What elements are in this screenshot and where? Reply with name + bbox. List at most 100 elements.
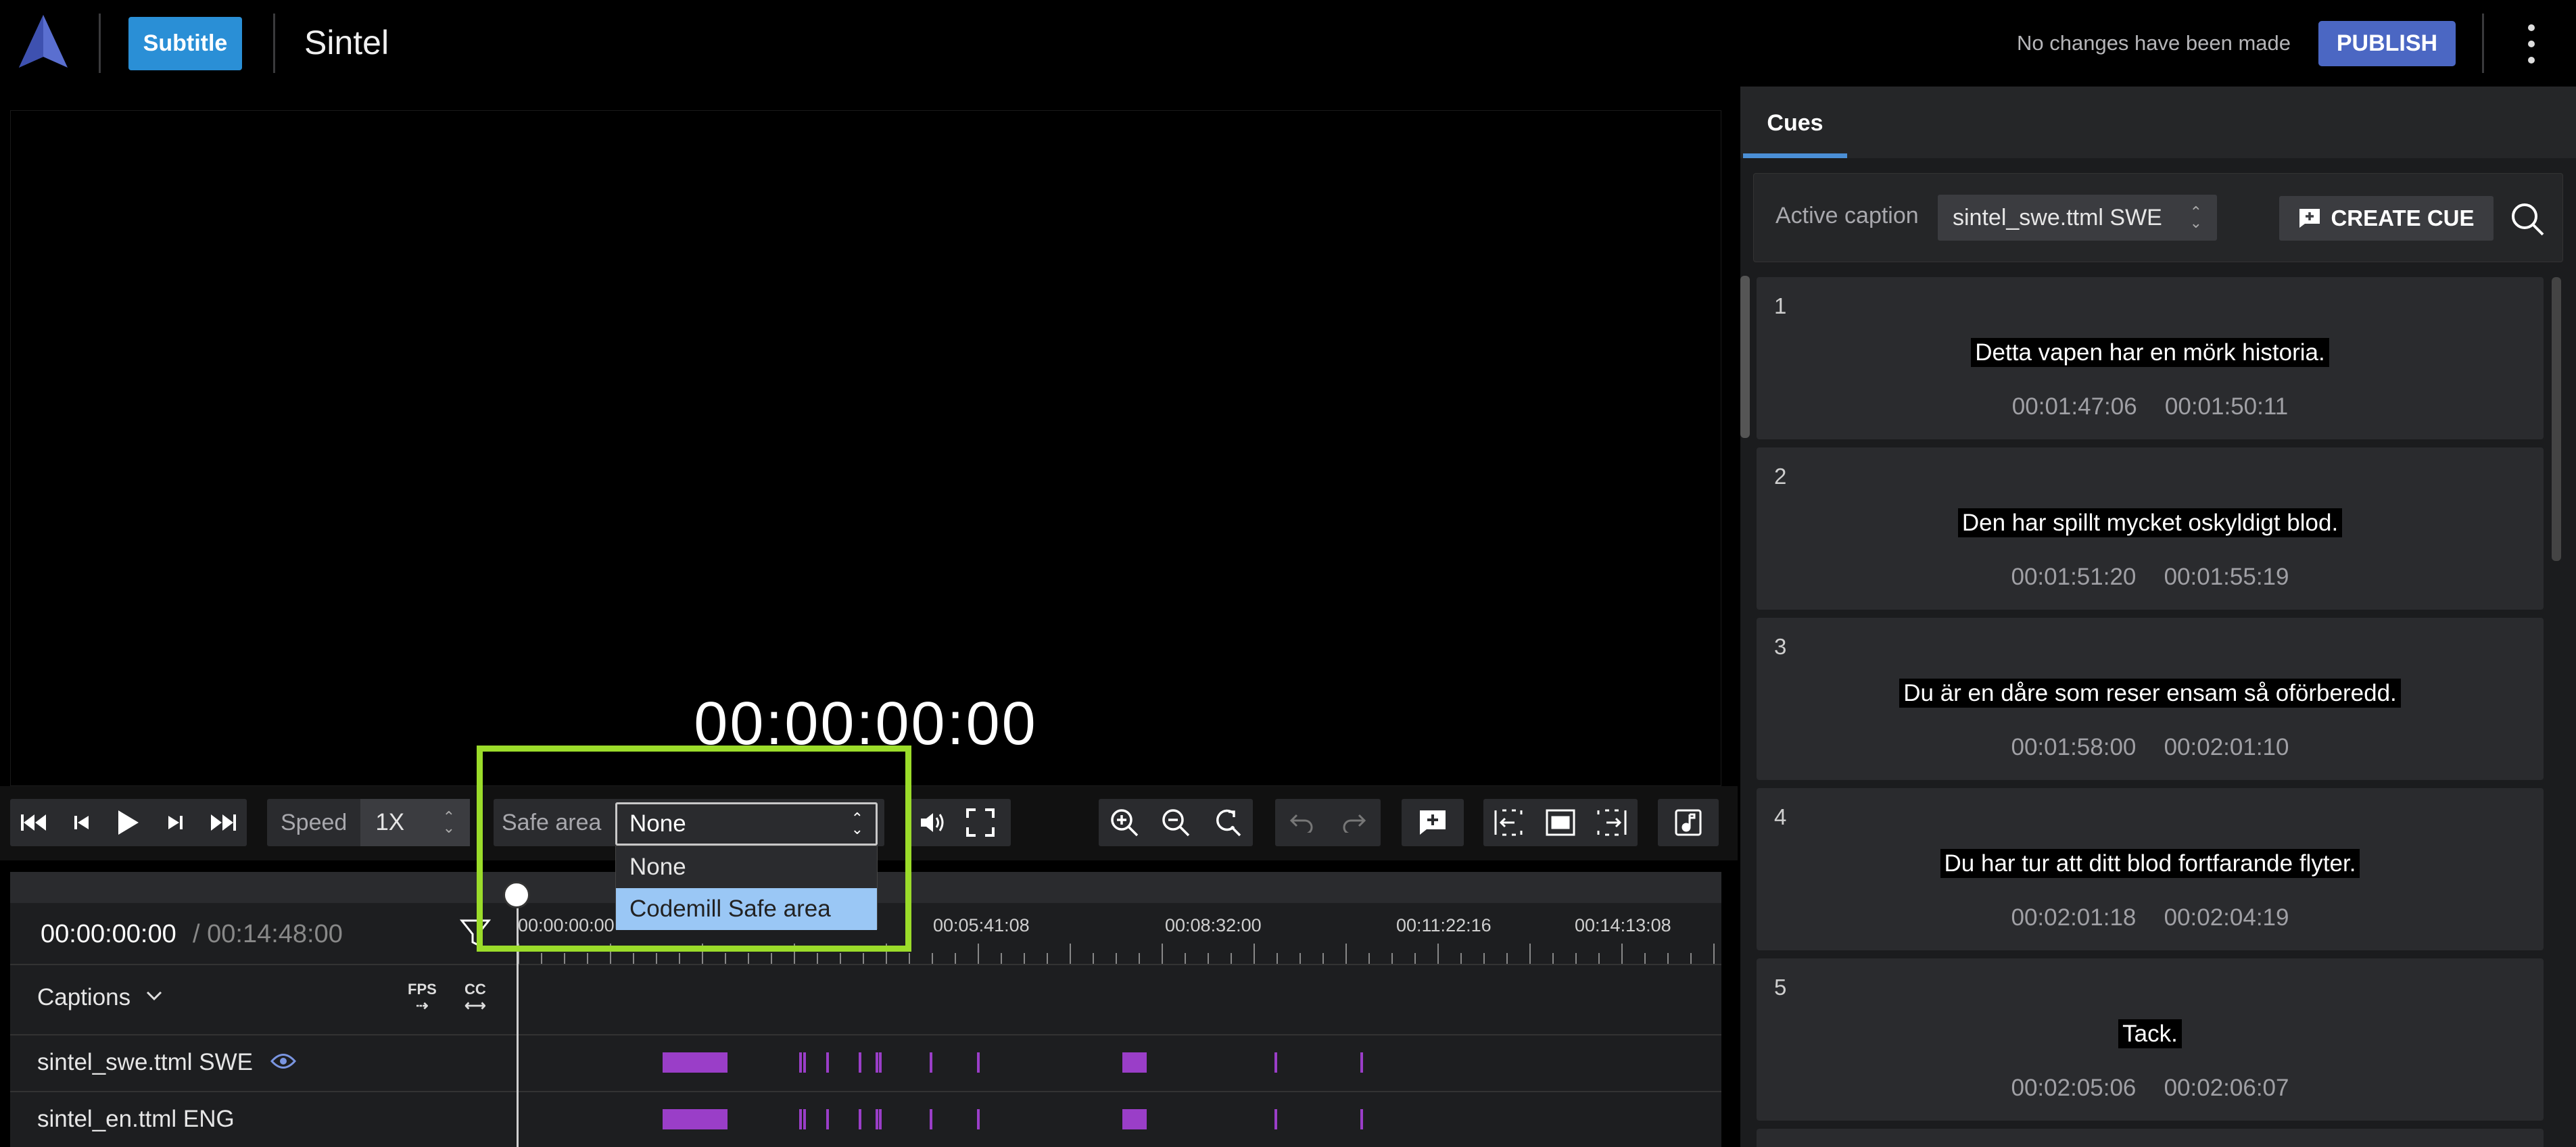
caption-segment[interactable] (977, 1052, 980, 1073)
scrollbar[interactable] (2552, 277, 2561, 561)
caption-segment[interactable] (826, 1109, 829, 1129)
ruler-tick (1644, 953, 1646, 964)
caption-segment[interactable] (859, 1109, 861, 1129)
ruler-tick (1529, 944, 1531, 964)
header-divider (99, 14, 101, 73)
video-player[interactable] (10, 110, 1721, 786)
cue-times: 00:01:47:06 00:01:50:11 (2011, 393, 2289, 420)
align-start-icon[interactable] (1483, 799, 1535, 846)
scrollbar[interactable] (1740, 276, 1750, 438)
track-name: sintel_en.ttml ENG (37, 1106, 235, 1132)
cue-card[interactable]: 5 Tack. 00:02:05:06 00:02:06:07 (1757, 958, 2544, 1121)
caption-segment[interactable] (1274, 1109, 1277, 1129)
zoom-in-icon[interactable] (1099, 799, 1150, 846)
captions-group-label: Captions (37, 984, 131, 1010)
cue-card[interactable] (1757, 1129, 2544, 1147)
caption-segment[interactable] (859, 1052, 861, 1073)
caption-segment[interactable] (1144, 1052, 1147, 1073)
next-frame-icon[interactable] (152, 799, 199, 846)
fullscreen-icon[interactable] (957, 799, 1004, 846)
create-cue-button[interactable]: CREATE CUE (2279, 196, 2494, 241)
caption-segment[interactable] (879, 1109, 882, 1129)
project-title: Sintel (304, 24, 389, 62)
cue-number: 1 (1774, 293, 1787, 318)
fps-convert-icon[interactable]: FPS ⇢ (408, 981, 437, 1014)
audio-fullscreen-controls (909, 799, 1011, 846)
cue-number: 4 (1774, 804, 1787, 829)
header-divider (273, 14, 275, 73)
align-center-icon[interactable] (1535, 799, 1586, 846)
align-end-icon[interactable] (1586, 799, 1638, 846)
arrow-both-icon: ⟷ (464, 997, 486, 1014)
ruler-tick (1093, 953, 1094, 964)
ruler-tick (1024, 953, 1025, 964)
caption-segment[interactable] (1274, 1052, 1277, 1073)
panel-tabs (1740, 87, 2576, 158)
caption-segment[interactable] (1360, 1109, 1363, 1129)
redo-icon[interactable] (1328, 799, 1381, 846)
ruler-tick (1575, 953, 1577, 964)
caption-segment[interactable] (1144, 1109, 1147, 1129)
app-logo-icon[interactable] (19, 15, 68, 68)
ruler-tick (1299, 953, 1301, 964)
previous-frame-icon[interactable] (57, 799, 105, 846)
ruler-tick (748, 953, 749, 964)
add-cue-icon[interactable] (1409, 799, 1456, 846)
total-time: / 00:14:48:00 (193, 920, 343, 948)
ruler-tick (1070, 944, 1071, 964)
chevron-down-icon[interactable] (145, 990, 163, 1002)
cc-sync-icon[interactable]: CC ⟷ (464, 981, 486, 1014)
cue-card[interactable]: 3 Du är en dåre som reser ensam så oförb… (1757, 618, 2544, 780)
ruler-tick (1713, 944, 1715, 964)
search-icon[interactable] (2508, 199, 2547, 239)
caption-segment[interactable] (876, 1109, 878, 1129)
caption-segment[interactable] (977, 1109, 980, 1129)
cue-card[interactable]: 4 Du har tur att ditt blod fortfarande f… (1757, 788, 2544, 950)
ruler-tick (1185, 953, 1186, 964)
tab-cues[interactable]: Cues (1743, 93, 1847, 158)
caption-segment[interactable] (799, 1052, 802, 1073)
caption-segment[interactable] (876, 1052, 878, 1073)
speed-value: 1X (375, 809, 405, 835)
cue-card[interactable]: 1 Detta vapen har en mörk historia. 00:0… (1757, 277, 2544, 439)
ruler-label: 00:05:41:08 (933, 915, 1030, 935)
ruler-tick (1001, 953, 1002, 964)
more-menu-icon[interactable] (2522, 24, 2541, 64)
zoom-out-icon[interactable] (1150, 799, 1201, 846)
ruler-tick (1368, 953, 1370, 964)
caption-segment[interactable] (803, 1052, 806, 1073)
cue-times: 00:01:58:00 00:02:01:10 (2011, 734, 2289, 760)
music-note-icon[interactable] (1665, 799, 1712, 846)
track-row[interactable] (10, 1034, 1721, 1091)
caption-segment[interactable] (879, 1052, 882, 1073)
eye-icon[interactable] (270, 1052, 296, 1070)
caption-segment[interactable] (799, 1109, 802, 1129)
skip-to-start-icon[interactable] (10, 799, 57, 846)
active-caption-label: Active caption (1775, 203, 1919, 228)
ruler-tick (1391, 953, 1393, 964)
speed-select[interactable]: 1X ⌃ ⌄ (360, 799, 470, 846)
skip-to-end-icon[interactable] (199, 799, 247, 846)
volume-icon[interactable] (909, 799, 957, 846)
caption-segment[interactable] (1360, 1052, 1363, 1073)
caption-segment[interactable] (725, 1109, 728, 1129)
track-row[interactable] (10, 1091, 1721, 1147)
caption-segment[interactable] (826, 1052, 829, 1073)
active-caption-select[interactable]: sintel_swe.ttml SWE ⌃ ⌄ (1938, 195, 2217, 241)
app-badge[interactable]: Subtitle (128, 17, 242, 70)
cue-number: 3 (1774, 634, 1787, 659)
undo-icon[interactable] (1275, 799, 1328, 846)
publish-button[interactable]: PUBLISH (2318, 21, 2456, 66)
ruler-tick (1208, 953, 1209, 964)
ruler-label: 00:14:13:08 (1575, 915, 1671, 935)
caption-segment[interactable] (725, 1052, 728, 1073)
caption-segment[interactable] (930, 1109, 932, 1129)
cue-card[interactable]: 2 Den har spillt mycket oskyldigt blod. … (1757, 447, 2544, 610)
ruler-tick (633, 953, 634, 964)
play-icon[interactable] (105, 799, 152, 846)
caption-segment[interactable] (930, 1052, 932, 1073)
ruler-tick (1460, 953, 1462, 964)
zoom-reset-icon[interactable] (1201, 799, 1253, 846)
caption-segment[interactable] (803, 1109, 806, 1129)
cue-text: Den har spillt mycket oskyldigt blod. (1757, 508, 2544, 537)
